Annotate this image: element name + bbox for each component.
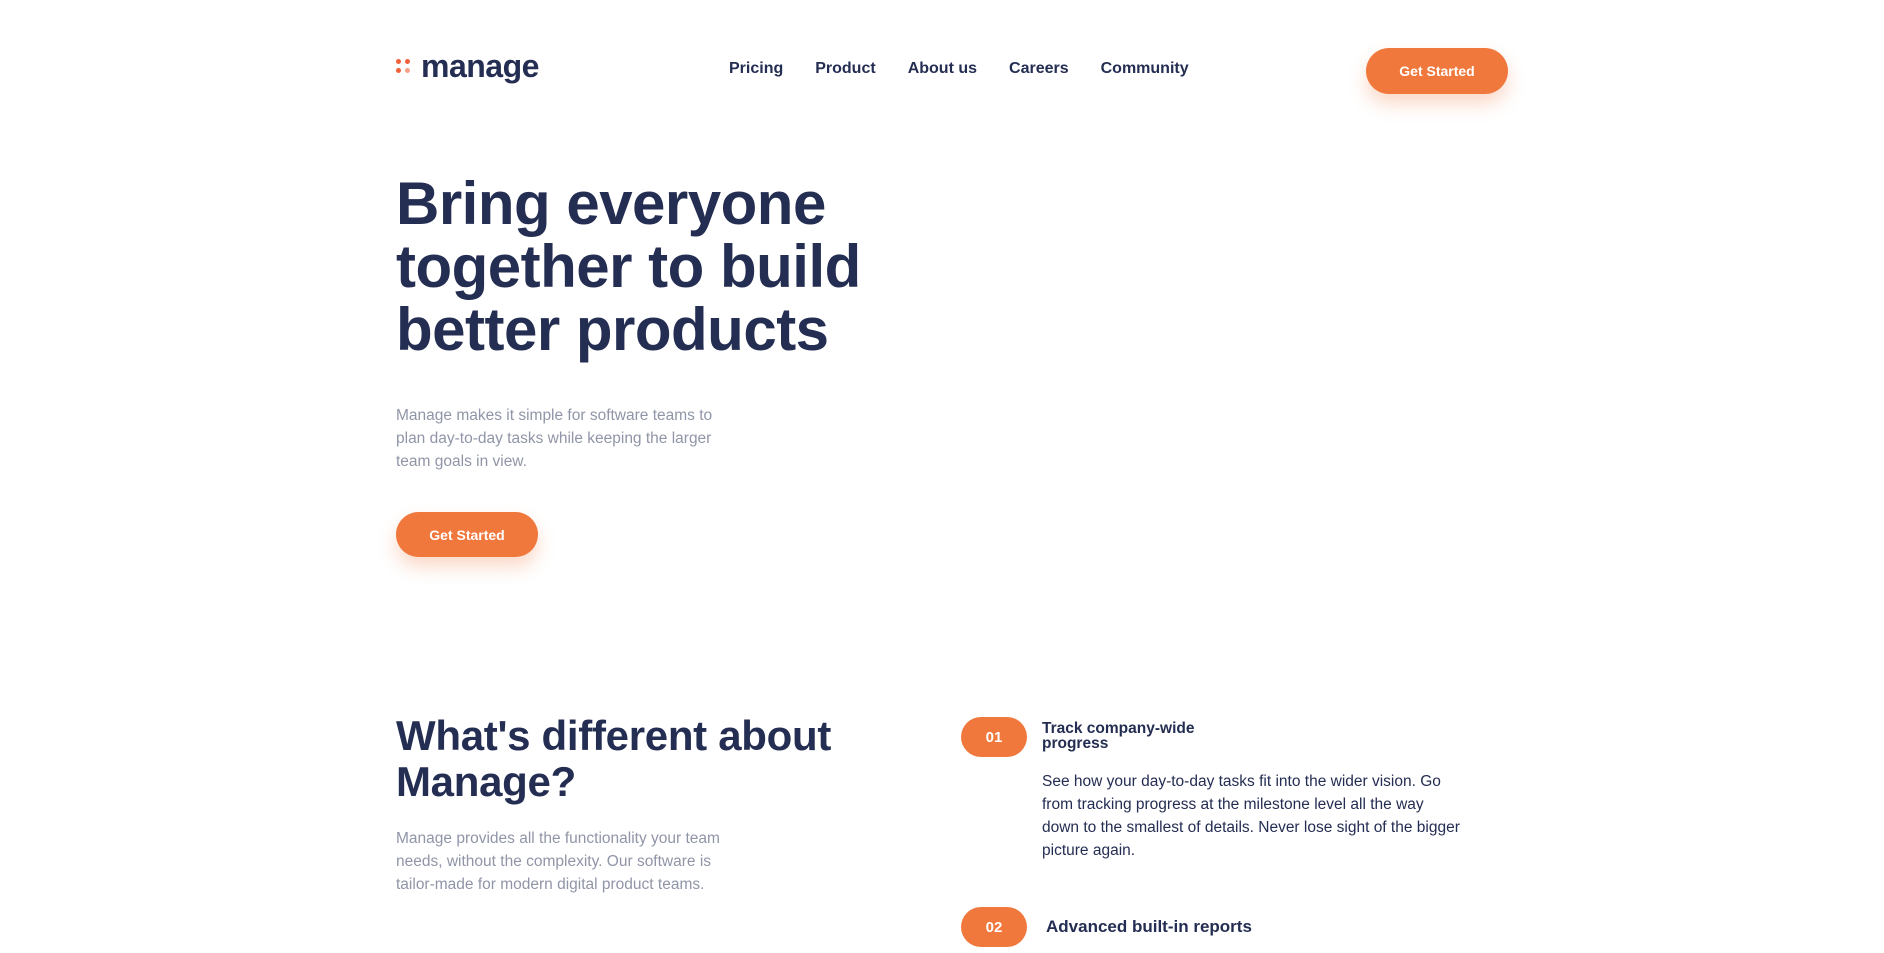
- logo-mark-icon: [396, 57, 412, 75]
- different-section-description: Manage provides all the functionality yo…: [396, 830, 720, 893]
- hero-description: Manage makes it simple for software team…: [396, 407, 713, 470]
- nav-item-about-us[interactable]: About us: [908, 60, 977, 78]
- landing-page: manage Pricing Product About us Careers …: [0, 0, 1884, 953]
- hero-title: Bring everyone together to build better …: [396, 170, 861, 363]
- different-section-title: What's different about Manage?: [396, 712, 832, 805]
- logo[interactable]: manage: [396, 50, 539, 82]
- feature-title: Advanced built-in reports: [1046, 917, 1252, 936]
- nav-item-careers[interactable]: Careers: [1009, 60, 1069, 78]
- feature-description: See how your day-to-day tasks fit into t…: [1042, 773, 1460, 859]
- logo-text: manage: [421, 48, 539, 84]
- nav-item-pricing[interactable]: Pricing: [729, 60, 783, 78]
- hero-get-started-button[interactable]: Get Started: [396, 512, 538, 557]
- nav-item-community[interactable]: Community: [1101, 60, 1189, 78]
- nav-item-product[interactable]: Product: [815, 60, 875, 78]
- feature-number-badge: 01: [961, 717, 1027, 757]
- feature-title: Track company-wide progress: [1042, 720, 1195, 752]
- main-nav: Pricing Product About us Careers Communi…: [729, 60, 1189, 78]
- header-get-started-button[interactable]: Get Started: [1366, 48, 1508, 94]
- feature-number-badge: 02: [961, 907, 1027, 947]
